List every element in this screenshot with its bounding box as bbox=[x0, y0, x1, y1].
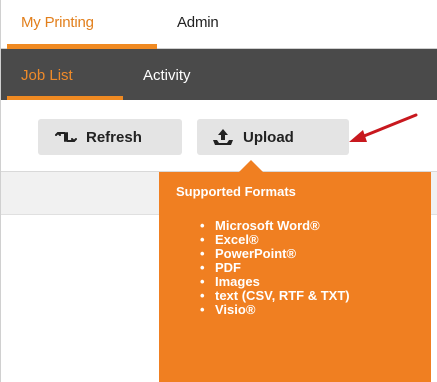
refresh-icon bbox=[55, 130, 77, 144]
list-item: PDF bbox=[200, 261, 350, 276]
list-item: Visio® bbox=[200, 303, 350, 318]
formats-list: Microsoft Word® Excel® PowerPoint® PDF I… bbox=[200, 219, 350, 318]
refresh-label: Refresh bbox=[86, 128, 142, 146]
tab-my-printing[interactable]: My Printing bbox=[21, 14, 94, 31]
tab-job-list[interactable]: Job List bbox=[21, 67, 73, 84]
upload-button[interactable]: Upload bbox=[197, 119, 349, 155]
list-item: Images bbox=[200, 275, 350, 290]
list-item: text (CSV, RTF & TXT) bbox=[200, 289, 350, 304]
callout-arrow bbox=[349, 113, 418, 142]
tab-admin[interactable]: Admin bbox=[177, 14, 219, 31]
list-item: Microsoft Word® bbox=[200, 219, 350, 234]
refresh-button[interactable]: Refresh bbox=[38, 119, 182, 155]
sub-nav: Job List Activity bbox=[1, 49, 437, 100]
supported-formats-popover: Supported Formats Microsoft Word® Excel®… bbox=[159, 172, 431, 382]
popover-title: Supported Formats bbox=[176, 184, 296, 199]
upload-label: Upload bbox=[243, 128, 294, 146]
list-item: PowerPoint® bbox=[200, 247, 350, 262]
top-nav: My Printing Admin bbox=[1, 0, 437, 49]
upload-icon bbox=[212, 128, 234, 146]
tab-activity[interactable]: Activity bbox=[143, 67, 191, 84]
list-item: Excel® bbox=[200, 233, 350, 248]
app-frame: My Printing Admin Job List Activity Refr… bbox=[0, 0, 437, 382]
